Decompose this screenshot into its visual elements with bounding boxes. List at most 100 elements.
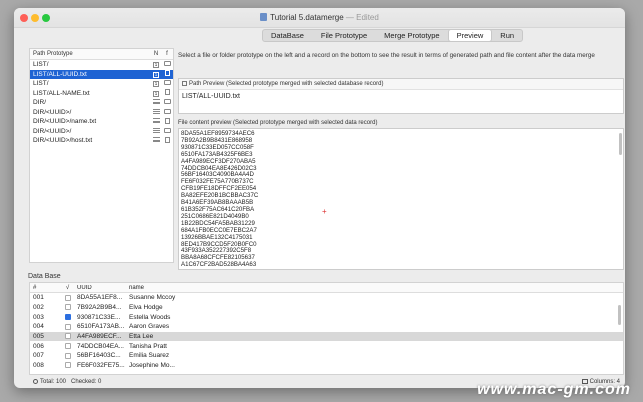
row-check-cell — [60, 352, 75, 359]
row-check-cell — [60, 362, 75, 369]
prototype-path: DIR/<UUID>/ — [33, 127, 72, 135]
prototype-f-cell — [161, 108, 173, 116]
column-header-n[interactable]: N — [151, 51, 161, 57]
prototype-n-cell — [151, 108, 161, 116]
column-header-uuid[interactable]: UUID — [75, 285, 127, 291]
row-number: 001 — [33, 294, 44, 302]
row-name: Estella Woods — [129, 313, 171, 321]
tab-file-prototype[interactable]: File Prototype — [313, 30, 375, 41]
column-header-f[interactable]: f — [161, 51, 173, 57]
column-header-check[interactable]: √ — [60, 285, 75, 291]
row-name: Aaron Graves — [129, 323, 170, 331]
crosshair-cursor-icon: + — [322, 207, 327, 216]
box-icon: 1 — [153, 62, 159, 69]
prototype-path: DIR/<UUID>/ — [33, 108, 72, 116]
tab-preview[interactable]: Preview — [448, 30, 492, 41]
row-check-cell — [60, 323, 75, 330]
prototype-path: LIST/ — [33, 80, 49, 88]
folder-icon — [163, 108, 171, 114]
prototype-row[interactable]: DIR/<UUID>/host.txt — [30, 136, 173, 146]
title-bar: Tutorial 5.datamerge — Edited — [14, 8, 625, 28]
row-checkbox[interactable] — [64, 294, 71, 301]
watermark-logo: www.mac-gm.com — [477, 381, 631, 398]
preview-icon — [182, 81, 187, 86]
row-number: 005 — [33, 333, 44, 341]
content-preview-label: File content preview (Selected prototype… — [178, 120, 378, 126]
prototype-f-cell — [161, 80, 173, 87]
row-uuid: FE6F032FE75... — [77, 362, 125, 370]
tab-run[interactable]: Run — [492, 30, 522, 41]
prototype-f-cell — [161, 70, 173, 78]
prototype-row[interactable]: DIR/<UUID>/name.txt — [30, 117, 173, 127]
row-checkbox[interactable] — [64, 323, 71, 330]
row-checkbox[interactable] — [64, 362, 71, 369]
database-scrollbar[interactable] — [618, 305, 621, 325]
prototype-f-cell — [161, 89, 173, 97]
table-row[interactable]: 001 8DA55A1EF8... Susanne Mccoy — [30, 293, 623, 303]
tab-database[interactable]: DataBase — [263, 30, 312, 41]
row-check-cell — [60, 304, 75, 311]
prototype-row[interactable]: LIST/1 — [30, 79, 173, 89]
tab-merge-prototype[interactable]: Merge Prototype — [376, 30, 447, 41]
row-check-cell — [60, 343, 75, 350]
row-check-cell — [60, 294, 75, 301]
prototype-n-cell: 1 — [151, 71, 161, 78]
prototype-f-cell — [161, 136, 173, 145]
row-checkbox[interactable] — [64, 343, 71, 350]
row-number: 003 — [33, 313, 44, 321]
prototype-row[interactable]: LIST/ALL-NAME.txt 1 — [30, 89, 173, 99]
table-row[interactable]: 004 6510FA173AB... Aaron Graves — [30, 322, 623, 332]
row-uuid: 6510FA173AB... — [77, 323, 125, 331]
box-icon: 1 — [153, 90, 159, 97]
prototype-f-cell — [161, 127, 173, 135]
database-table-header: # √ UUID name — [30, 283, 623, 293]
table-row[interactable]: 008 FE6F032FE75... Josephine Mo... — [30, 361, 623, 371]
row-checkbox[interactable] — [64, 304, 71, 311]
box-icon: 1 — [153, 81, 159, 88]
prototype-row[interactable]: LIST/1 — [30, 60, 173, 70]
table-row[interactable]: 003 930871C33E... Estella Woods — [30, 312, 623, 322]
column-header-number[interactable]: # — [30, 285, 60, 291]
table-row[interactable]: 005 A4FA989ECF... Etta Lee — [30, 331, 623, 342]
row-uuid: 56BF16403C... — [77, 352, 121, 360]
document-icon — [260, 13, 268, 21]
column-header-path-prototype[interactable]: Path Prototype — [30, 51, 151, 57]
tab-bar: DataBase File Prototype Merge Prototype Pre… — [14, 29, 625, 42]
row-name: Tanisha Pratt — [129, 342, 167, 350]
path-preview-value[interactable]: LIST/ALL-UUID.txt — [179, 90, 623, 103]
prototype-row[interactable]: DIR/<UUID>/ — [30, 108, 173, 118]
prototype-f-cell — [161, 61, 173, 68]
search-icon[interactable] — [33, 378, 38, 384]
database-title: Data Base — [28, 273, 61, 280]
prototype-row[interactable]: DIR/ — [30, 98, 173, 108]
table-row[interactable]: 006 74DDCB04EA... Tanisha Pratt — [30, 341, 623, 351]
prototype-row[interactable]: DIR/<UUID>/ — [30, 127, 173, 137]
row-checkbox[interactable] — [64, 314, 71, 320]
row-number: 007 — [33, 352, 44, 360]
row-checkbox[interactable] — [64, 333, 71, 340]
table-row[interactable]: 007 56BF16403C... Emilia Suarez — [30, 351, 623, 361]
row-number: 002 — [33, 304, 44, 312]
table-row[interactable]: 002 7B92A2B9B4... Elva Hodge — [30, 303, 623, 313]
lines-icon — [152, 99, 160, 105]
row-name: Josephine Mo... — [129, 362, 175, 370]
row-uuid: 7B92A2B9B4... — [77, 304, 122, 312]
file-icon — [164, 70, 170, 77]
instruction-text: Select a file or folder prototype on the… — [178, 52, 595, 59]
prototype-n-cell — [151, 99, 161, 106]
prototype-path: LIST/ALL-NAME.txt — [33, 89, 90, 97]
prototype-path: LIST/ — [33, 61, 49, 69]
row-uuid: 930871C33E... — [77, 313, 121, 321]
row-check-cell — [60, 333, 75, 340]
row-number: 008 — [33, 362, 44, 370]
row-checkbox[interactable] — [64, 352, 71, 359]
content-scrollbar[interactable] — [619, 133, 622, 155]
database-table: # √ UUID name 001 8DA55A1EF8... Susanne Mc… — [29, 282, 624, 375]
prototype-n-cell: 1 — [151, 61, 161, 69]
prototype-path: DIR/<UUID>/host.txt — [33, 137, 93, 145]
column-header-name[interactable]: name — [127, 285, 623, 291]
prototype-row[interactable]: LIST/ALL-UUID.txt 1 — [30, 69, 173, 79]
folder-icon — [163, 127, 171, 133]
content-preview-box[interactable]: 8DA55A1EF8959734AEC6 7B92A2B9B8431E868958… — [178, 128, 624, 270]
window-title: Tutorial 5.datamerge — Edited — [14, 13, 625, 22]
